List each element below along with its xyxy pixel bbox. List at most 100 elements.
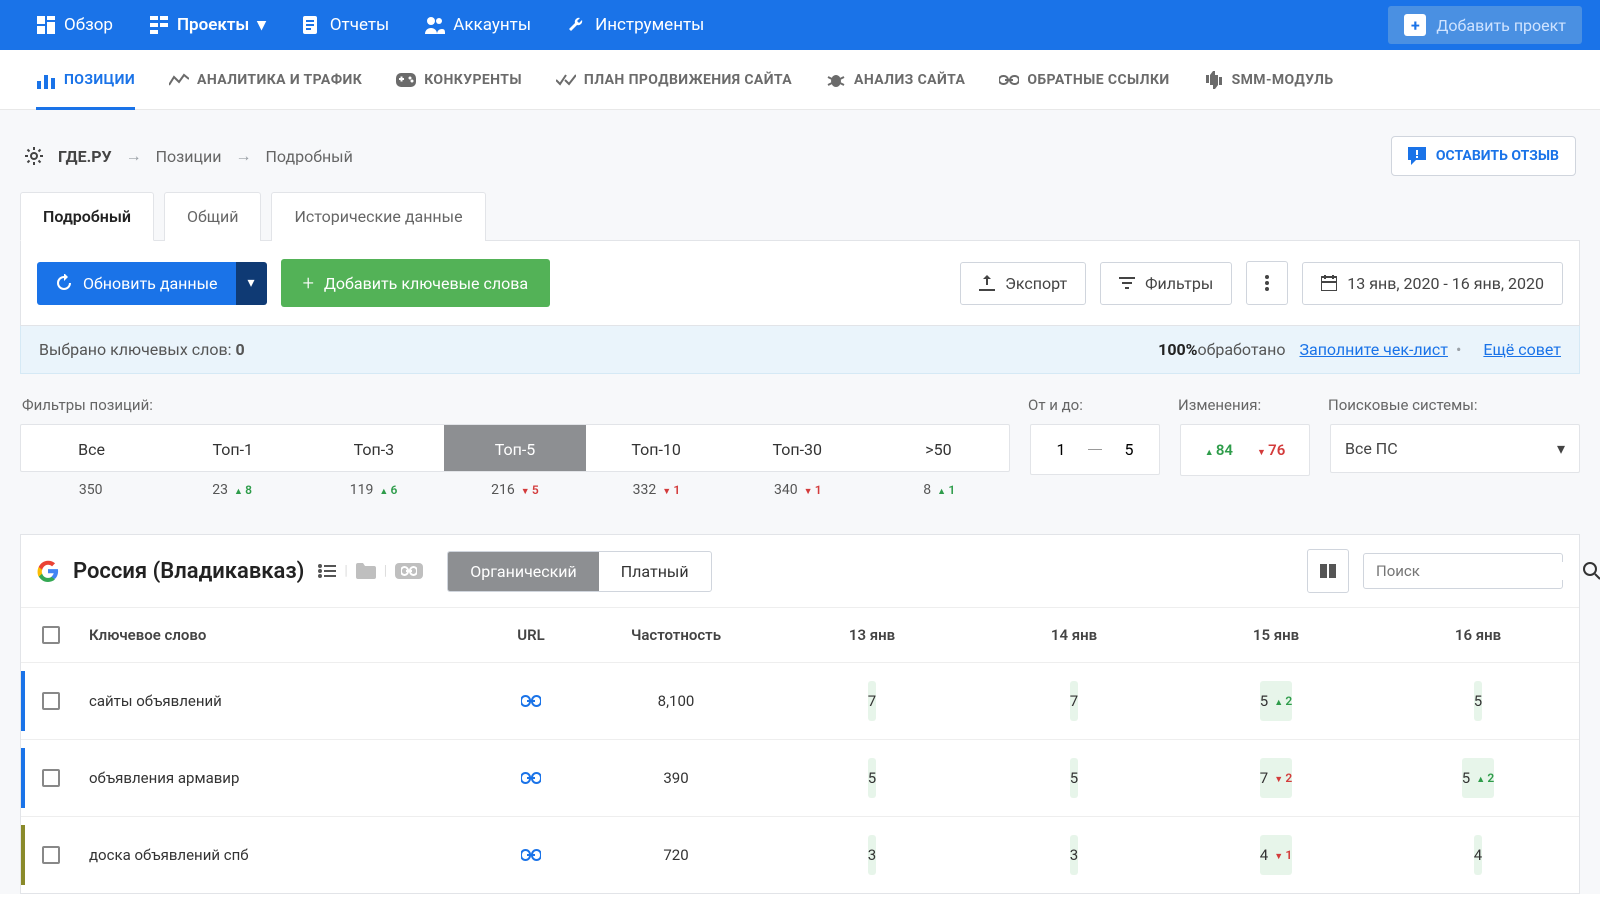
keyword-cell[interactable]: доска объявлений спб <box>81 817 481 893</box>
region-panel: Россия (Владикавказ) | | Органический Пл… <box>20 534 1580 894</box>
add-project-button[interactable]: + Добавить проект <box>1388 6 1582 44</box>
position-cell: 5 <box>1070 758 1078 798</box>
search-icon[interactable] <box>1583 562 1600 580</box>
row-checkbox[interactable] <box>42 692 60 710</box>
add-project-label: Добавить проект <box>1436 16 1566 35</box>
position-cell: 7 <box>1070 681 1078 721</box>
position-filter-2[interactable]: Топ-3 <box>303 425 444 471</box>
tab-positions[interactable]: ПОЗИЦИИ <box>36 50 135 109</box>
position-filter-3[interactable]: Топ-5 <box>444 425 585 471</box>
list-icon[interactable] <box>318 564 336 578</box>
tab-competitors-label: КОНКУРЕНТЫ <box>424 72 522 88</box>
filters-changes-label: Изменения: <box>1178 396 1328 414</box>
tab-promotion-label: ПЛАН ПРОДВИЖЕНИЯ САЙТА <box>584 72 792 88</box>
url-link-icon[interactable] <box>521 849 541 861</box>
tab-promotion[interactable]: ПЛАН ПРОДВИЖЕНИЯ САЙТА <box>556 50 792 109</box>
position-filter-5[interactable]: Топ-30 <box>727 425 868 471</box>
position-cell: 72 <box>1260 758 1292 798</box>
traffic-type-tabs: Органический Платный <box>447 551 711 592</box>
section-nav: ПОЗИЦИИ АНАЛИТИКА И ТРАФИК КОНКУРЕНТЫ ПЛ… <box>0 50 1600 110</box>
subtab-detailed[interactable]: Подробный <box>20 192 154 241</box>
toolbar: Обновить данные ▾ + Добавить ключевые сл… <box>20 240 1580 326</box>
position-filter-6[interactable]: >50 <box>868 425 1009 471</box>
subtabs: Подробный Общий Исторические данные <box>20 192 1580 241</box>
info-selected-count: 0 <box>235 340 244 359</box>
range-from-input[interactable] <box>1046 440 1076 459</box>
keyword-cell[interactable]: объявления армавир <box>81 740 481 816</box>
tab-organic[interactable]: Органический <box>448 552 599 591</box>
breadcrumb-positions[interactable]: Позиции <box>156 147 222 166</box>
refresh-button[interactable]: Обновить данные <box>37 262 236 305</box>
nav-overview[interactable]: Обзор <box>18 0 131 50</box>
position-filter-1[interactable]: Топ-1 <box>162 425 303 471</box>
search-input[interactable] <box>1376 562 1575 580</box>
frequency-cell: 720 <box>581 817 771 893</box>
tab-analysis[interactable]: АНАЛИЗ САЙТА <box>826 50 965 109</box>
keyword-cell[interactable]: сайты объявлений <box>81 663 481 739</box>
add-keywords-button[interactable]: + Добавить ключевые слова <box>281 259 551 307</box>
position-filter-0[interactable]: Все <box>21 425 162 471</box>
th-date-1[interactable]: 14 янв <box>973 608 1175 662</box>
nav-tools[interactable]: Инструменты <box>549 0 722 50</box>
info-checklist-link[interactable]: Заполните чек-лист <box>1299 340 1447 359</box>
columns-button[interactable] <box>1307 549 1349 593</box>
tab-paid[interactable]: Платный <box>599 552 711 591</box>
subtab-general[interactable]: Общий <box>164 192 261 241</box>
users-icon <box>425 15 445 35</box>
tab-analytics[interactable]: АНАЛИТИКА И ТРАФИК <box>169 50 362 109</box>
nav-reports[interactable]: Отчеты <box>284 0 407 50</box>
info-more-link[interactable]: Ещё совет <box>1483 340 1561 359</box>
row-checkbox[interactable] <box>42 846 60 864</box>
tab-competitors[interactable]: КОНКУРЕНТЫ <box>396 50 522 109</box>
select-all-checkbox[interactable] <box>42 626 60 644</box>
nav-projects[interactable]: Проекты ▾ <box>131 0 284 50</box>
tab-positions-label: ПОЗИЦИИ <box>64 72 135 88</box>
info-percent: 100% <box>1158 340 1197 359</box>
table-row: объявления армавир390557252 <box>21 739 1579 816</box>
filters-button[interactable]: Фильтры <box>1100 262 1232 305</box>
chevron-down-icon: ▾ <box>257 15 266 35</box>
position-stat-1: 238 <box>161 482 302 498</box>
frequency-cell: 8,100 <box>581 663 771 739</box>
th-date-2[interactable]: 15 янв <box>1175 608 1377 662</box>
subtab-historical[interactable]: Исторические данные <box>271 192 485 241</box>
breadcrumb-site[interactable]: ГДЕ.РУ <box>58 147 112 166</box>
th-date-0[interactable]: 13 янв <box>771 608 973 662</box>
tab-backlinks[interactable]: ОБРАТНЫЕ ССЫЛКИ <box>999 50 1169 109</box>
position-stat-6: 81 <box>869 482 1010 498</box>
search-systems-select[interactable]: Все ПС ▾ <box>1330 424 1580 473</box>
position-cell: 52 <box>1260 681 1292 721</box>
position-cell: 5 <box>868 758 876 798</box>
row-checkbox[interactable] <box>42 769 60 787</box>
feedback-button[interactable]: ОСТАВИТЬ ОТЗЫВ <box>1391 136 1576 176</box>
url-link-icon[interactable] <box>521 695 541 707</box>
th-keyword[interactable]: Ключевое слово <box>81 608 481 662</box>
tab-smm[interactable]: SMM-МОДУЛЬ <box>1204 50 1334 109</box>
refresh-dropdown[interactable]: ▾ <box>236 262 267 305</box>
frequency-cell: 390 <box>581 740 771 816</box>
date-range-button[interactable]: 13 янв, 2020 - 16 янв, 2020 <box>1302 262 1563 305</box>
changes-up-value: 84 <box>1205 441 1233 459</box>
url-link-icon[interactable] <box>521 772 541 784</box>
gear-icon[interactable] <box>24 146 44 166</box>
th-date-3[interactable]: 16 янв <box>1377 608 1579 662</box>
th-frequency[interactable]: Частотность <box>581 608 771 662</box>
document-icon <box>302 15 322 35</box>
table-row: доска объявлений спб72033414 <box>21 816 1579 893</box>
arrow-right-icon: → <box>235 146 251 166</box>
position-stat-4: 3321 <box>586 482 727 498</box>
nav-accounts[interactable]: Аккаунты <box>407 0 549 50</box>
nav-overview-label: Обзор <box>64 15 113 35</box>
tab-analysis-label: АНАЛИЗ САЙТА <box>854 72 965 88</box>
tab-analytics-label: АНАЛИТИКА И ТРАФИК <box>197 72 362 88</box>
dots-vertical-icon <box>1265 275 1269 291</box>
more-button[interactable] <box>1246 261 1288 305</box>
link-pill-icon[interactable] <box>395 563 423 579</box>
refresh-button-group: Обновить данные ▾ <box>37 262 267 305</box>
range-to-input[interactable] <box>1114 440 1144 459</box>
export-button[interactable]: Экспорт <box>960 262 1086 305</box>
top-nav: Обзор Проекты ▾ Отчеты Аккаунты Инструме… <box>0 0 1600 50</box>
position-filter-4[interactable]: Топ-10 <box>586 425 727 471</box>
th-url[interactable]: URL <box>481 608 581 662</box>
folder-icon[interactable] <box>356 563 376 579</box>
